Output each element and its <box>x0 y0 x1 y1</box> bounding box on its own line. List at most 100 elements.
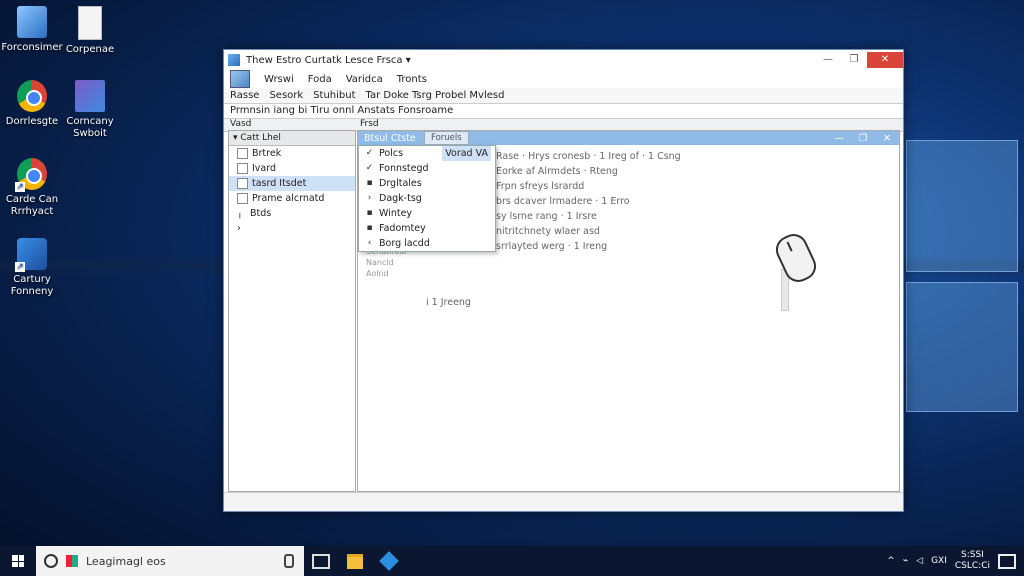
desktop-icon-stack[interactable]: Corncany Swboit <box>58 80 122 140</box>
path-bar: Prmnsin iang bi Tiru onnl Anstats Fonsro… <box>224 104 903 119</box>
status-bar <box>224 492 903 511</box>
clock-date: CSLC:Cі <box>954 561 990 571</box>
desktop-icon-document[interactable]: Corpenae <box>58 6 122 56</box>
chevron-right-icon: › <box>367 193 372 203</box>
menu-item-1[interactable]: Foda <box>308 74 332 85</box>
list-item[interactable]: sy lsrne rang · 1 Irsre <box>496 209 681 224</box>
app-shortcut-icon: ↗ <box>15 238 47 272</box>
desktop-icon-label: Corncany Swboit <box>66 116 114 139</box>
dropdown-item[interactable]: ✓ Fonnstegd <box>359 161 495 176</box>
network-icon[interactable]: ⌁ <box>903 556 908 566</box>
start-button[interactable] <box>0 546 36 576</box>
toolbar: Rasse Sesork Stuhibut Tar Doke Tsrg Prob… <box>224 88 903 104</box>
dropdown-item[interactable]: › Dagk-tsg <box>359 191 495 206</box>
inner-close-button[interactable]: ✕ <box>875 133 899 144</box>
inner-minimize-button[interactable]: — <box>827 133 851 144</box>
tray-label[interactable]: GXI <box>931 556 947 566</box>
taskbar-search[interactable]: Leagimagl eos <box>36 546 304 576</box>
desktop-icon-chrome[interactable]: Dorrlesgte <box>0 80 64 128</box>
list-item[interactable]: Rase · Hrys cronesb · 1 Ireg of · 1 Csng <box>496 149 681 164</box>
tree-expander[interactable]: › <box>229 221 355 236</box>
desktop-icon-chrome-shortcut[interactable]: ↗ Carde Can Rrrhyact <box>0 158 64 218</box>
list-item[interactable]: Frpn sfreys lsrardd <box>496 179 681 194</box>
toolbar-app-icon <box>230 70 250 88</box>
content-pane: Btsul Ctste — ❐ ✕ Foruels ✓ Polcs Vorad VA… <box>357 130 900 492</box>
chevron-up-icon[interactable]: ^ <box>887 556 895 566</box>
tree-item-selected[interactable]: tasrd Itsdet <box>229 176 355 191</box>
dropdown-menu: ✓ Polcs Vorad VA ✓ Fonnstegd ▪ Drgltales › Da… <box>358 145 496 252</box>
folder-icon <box>237 148 248 159</box>
toolbar-item-3[interactable]: Tar Doke Tsrg Probel Mvlesd <box>366 90 505 101</box>
window-titlebar[interactable]: Thew Estro Curtatk Lesce Frsca ▾ — ❐ ✕ <box>224 50 903 70</box>
folder-icon <box>237 178 248 189</box>
list-item[interactable]: Eorke af Alrmdets · Rteng <box>496 164 681 179</box>
desktop-icon-computer[interactable]: Forconsimer <box>0 6 64 54</box>
app-icon <box>228 54 240 66</box>
windows-icon <box>12 555 24 567</box>
task-view-button[interactable] <box>304 546 338 576</box>
tree-item[interactable]: ╷ Btds <box>229 206 355 221</box>
desktop-icon-label: Carde Can Rrrhyact <box>5 194 59 217</box>
search-icon <box>44 554 58 568</box>
minimize-button[interactable]: — <box>815 52 841 68</box>
menu-item-2[interactable]: Varidca <box>346 74 383 85</box>
chrome-icon <box>17 80 47 112</box>
file-explorer-button[interactable] <box>338 546 372 576</box>
folder-icon <box>347 553 363 569</box>
store-icon <box>379 551 399 571</box>
clock-time: S:SSI <box>961 550 984 560</box>
list-item[interactable]: Aolnd <box>366 269 408 280</box>
dropdown-item[interactable]: ▪ Fadomtey <box>359 221 495 236</box>
search-highlight-icon <box>66 555 78 567</box>
dropdown-item[interactable]: ✓ Polcs Vorad VA <box>359 146 495 161</box>
menu-bar: Wrswi Foda Varidca Tronts <box>224 70 903 88</box>
menu-item-0[interactable]: Wrswi <box>264 74 294 85</box>
tree-header[interactable]: ▾ Catt Lhel <box>229 131 355 146</box>
clock[interactable]: S:SSI CSLC:Cі <box>955 550 990 572</box>
menu-item-3[interactable]: Tronts <box>397 74 427 85</box>
store-button[interactable] <box>372 546 406 576</box>
desktop-icon-label: Cartury Fonneny <box>10 274 54 297</box>
close-button[interactable]: ✕ <box>867 52 903 68</box>
desktop-icon-label: Forconsimer <box>1 42 63 53</box>
checkmark-icon: ✓ <box>365 163 374 173</box>
highlighted-option[interactable]: Vorad VA <box>442 146 491 161</box>
microphone-icon[interactable] <box>284 554 294 568</box>
desktop-icon-label: Dorrlesgte <box>5 116 59 127</box>
list-item[interactable]: srrlayted werg · 1 Ireng <box>496 239 681 254</box>
chevron-left-icon: ‹ <box>367 238 372 248</box>
app-stack-icon <box>75 80 105 112</box>
search-text: Leagimagl eos <box>86 554 166 568</box>
list-item[interactable]: nitritchnety wlaer asd <box>496 224 681 239</box>
toolbar-item-1[interactable]: Sesork <box>269 90 303 101</box>
square-icon: ▪ <box>366 178 373 188</box>
inner-maximize-button[interactable]: ❐ <box>851 133 875 144</box>
tree-item[interactable]: Ivard <box>229 161 355 176</box>
list-item[interactable]: Nancld <box>366 258 408 269</box>
toolbar-item-0[interactable]: Rasse <box>230 90 259 101</box>
square-icon: ▪ <box>366 223 373 233</box>
checkmark-icon: ✓ <box>365 148 374 158</box>
system-tray: ^ ⌁ ◁ GXI S:SSI CSLC:Cі <box>887 550 1024 572</box>
list-item[interactable]: brs dcaver lrmadere · 1 Erro <box>496 194 681 209</box>
dropdown-item[interactable]: ▪ Wintey <box>359 206 495 221</box>
tree-item[interactable]: Brtrek <box>229 146 355 161</box>
maximize-button[interactable]: ❐ <box>841 52 867 68</box>
folder-icon <box>237 163 248 174</box>
task-view-icon <box>312 553 330 569</box>
folder-icon <box>237 193 248 204</box>
tooltip: Foruels <box>424 131 469 145</box>
square-icon: ▪ <box>366 208 373 218</box>
volume-icon[interactable]: ◁ <box>916 556 923 566</box>
dropdown-item[interactable]: ▪ Drgltales <box>359 176 495 191</box>
toolbar-item-2[interactable]: Stuhibut <box>313 90 355 101</box>
list-item[interactable]: i 1 Jreeng <box>426 297 471 308</box>
notification-icon[interactable] <box>998 553 1016 569</box>
desktop-icon-app-shortcut[interactable]: ↗ Cartury Fonneny <box>0 238 64 298</box>
tree-item[interactable]: Prame alcrnatd <box>229 191 355 206</box>
taskbar: Leagimagl eos ^ ⌁ ◁ GXI S:SSI CSLC:Cі <box>0 546 1024 576</box>
computer-icon <box>17 6 47 38</box>
chrome-shortcut-icon: ↗ <box>15 158 47 192</box>
chevron-right-icon: › <box>237 223 241 234</box>
dropdown-item[interactable]: ‹ Borg lacdd <box>359 236 495 251</box>
